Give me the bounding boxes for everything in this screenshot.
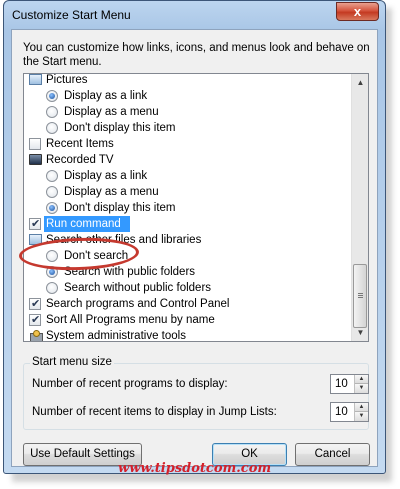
spin-up-arrow-icon[interactable]: ▲ [355, 375, 368, 384]
title-bar[interactable]: Customize Start Menu x [4, 1, 385, 29]
radio-option[interactable]: Don't display this item [24, 120, 352, 136]
recorded-tv-icon [29, 154, 42, 165]
option-label: Don't display this item [64, 202, 176, 214]
option-label: Display as a menu [64, 186, 159, 198]
dialog-body: You can customize how links, icons, and … [11, 29, 378, 467]
recent-programs-spinner[interactable]: 10 ▲ ▼ [330, 374, 369, 394]
radio-unselected[interactable] [46, 170, 58, 182]
scroll-up-arrow-icon[interactable]: ▲ [352, 74, 368, 91]
option-label: Recorded TV [46, 154, 114, 166]
jump-list-label: Number of recent items to display in Jum… [32, 406, 277, 418]
radio-option[interactable]: Search without public folders [24, 280, 352, 296]
radio-option[interactable]: Display as a menu [24, 104, 352, 120]
list-category-header: Recorded TV [24, 152, 352, 168]
option-label: Sort All Programs menu by name [46, 314, 215, 326]
tools-icon [29, 330, 43, 341]
checkbox-option[interactable]: Recent Items [24, 136, 352, 152]
radio-option[interactable]: Display as a link [24, 168, 352, 184]
option-label: Pictures [46, 74, 88, 86]
jump-list-spinner[interactable]: 10 ▲ ▼ [330, 402, 369, 422]
radio-unselected[interactable] [46, 106, 58, 118]
option-label: Search without public folders [64, 282, 212, 294]
checkbox-checked[interactable] [29, 296, 41, 312]
scroll-thumb[interactable] [353, 264, 367, 328]
checkbox-checked[interactable] [29, 216, 41, 232]
vertical-scrollbar[interactable]: ▲ ▼ [351, 74, 368, 341]
customize-start-menu-dialog: Customize Start Menu x You can customize… [3, 0, 386, 474]
spin-down-arrow-icon[interactable]: ▼ [355, 384, 368, 393]
recent-programs-label: Number of recent programs to display: [32, 378, 228, 390]
close-icon: x [353, 4, 362, 19]
pictures-icon [29, 74, 42, 85]
grip-icon [358, 293, 363, 294]
close-button[interactable]: x [336, 2, 379, 21]
start-menu-size-group: Start menu size Number of recent program… [23, 356, 369, 430]
spinner-buttons: ▲ ▼ [354, 375, 368, 393]
intro-text: You can customize how links, icons, and … [23, 42, 370, 68]
checkbox-option[interactable]: Search programs and Control Panel [24, 296, 352, 312]
radio-selected[interactable] [46, 202, 58, 214]
window-title: Customize Start Menu [12, 8, 131, 22]
cancel-button[interactable]: Cancel [295, 443, 370, 466]
group-title: Start menu size [30, 356, 114, 368]
option-label: Display as a link [64, 90, 148, 102]
checkbox-unchecked[interactable] [29, 138, 41, 150]
option-label: Display as a link [64, 170, 148, 182]
checkbox-option[interactable]: Sort All Programs menu by name [24, 312, 352, 328]
option-label: Don't display this item [64, 122, 176, 134]
option-label: Run command [46, 218, 121, 230]
spin-up-arrow-icon[interactable]: ▲ [355, 403, 368, 412]
option-label: System administrative tools [46, 330, 186, 342]
spin-down-arrow-icon[interactable]: ▼ [355, 412, 368, 421]
radio-option[interactable]: Display as a menu [24, 184, 352, 200]
scroll-down-arrow-icon[interactable]: ▼ [352, 324, 368, 341]
jump-list-value: 10 [335, 406, 348, 418]
recent-programs-value: 10 [335, 378, 348, 390]
radio-unselected[interactable] [46, 122, 58, 134]
checkbox-checked[interactable] [29, 312, 41, 328]
option-label: Recent Items [46, 138, 114, 150]
list-category-header: System administrative tools [24, 328, 352, 342]
options-list[interactable]: Pictures Display as a link Display as a me… [23, 73, 369, 342]
options-list-items: Pictures Display as a link Display as a me… [24, 74, 352, 342]
option-label: Display as a menu [64, 106, 159, 118]
radio-option[interactable]: Display as a link [24, 88, 352, 104]
radio-selected[interactable] [46, 90, 58, 102]
radio-unselected[interactable] [46, 186, 58, 198]
radio-unselected[interactable] [46, 282, 58, 294]
list-category-header: Pictures [24, 74, 352, 88]
radio-option[interactable]: Don't display this item [24, 200, 352, 216]
checkbox-option[interactable]: Run command [24, 216, 352, 232]
spinner-buttons: ▲ ▼ [354, 403, 368, 421]
option-label: Search programs and Control Panel [46, 298, 230, 310]
watermark: www.tipsdotcom.com [118, 461, 272, 476]
